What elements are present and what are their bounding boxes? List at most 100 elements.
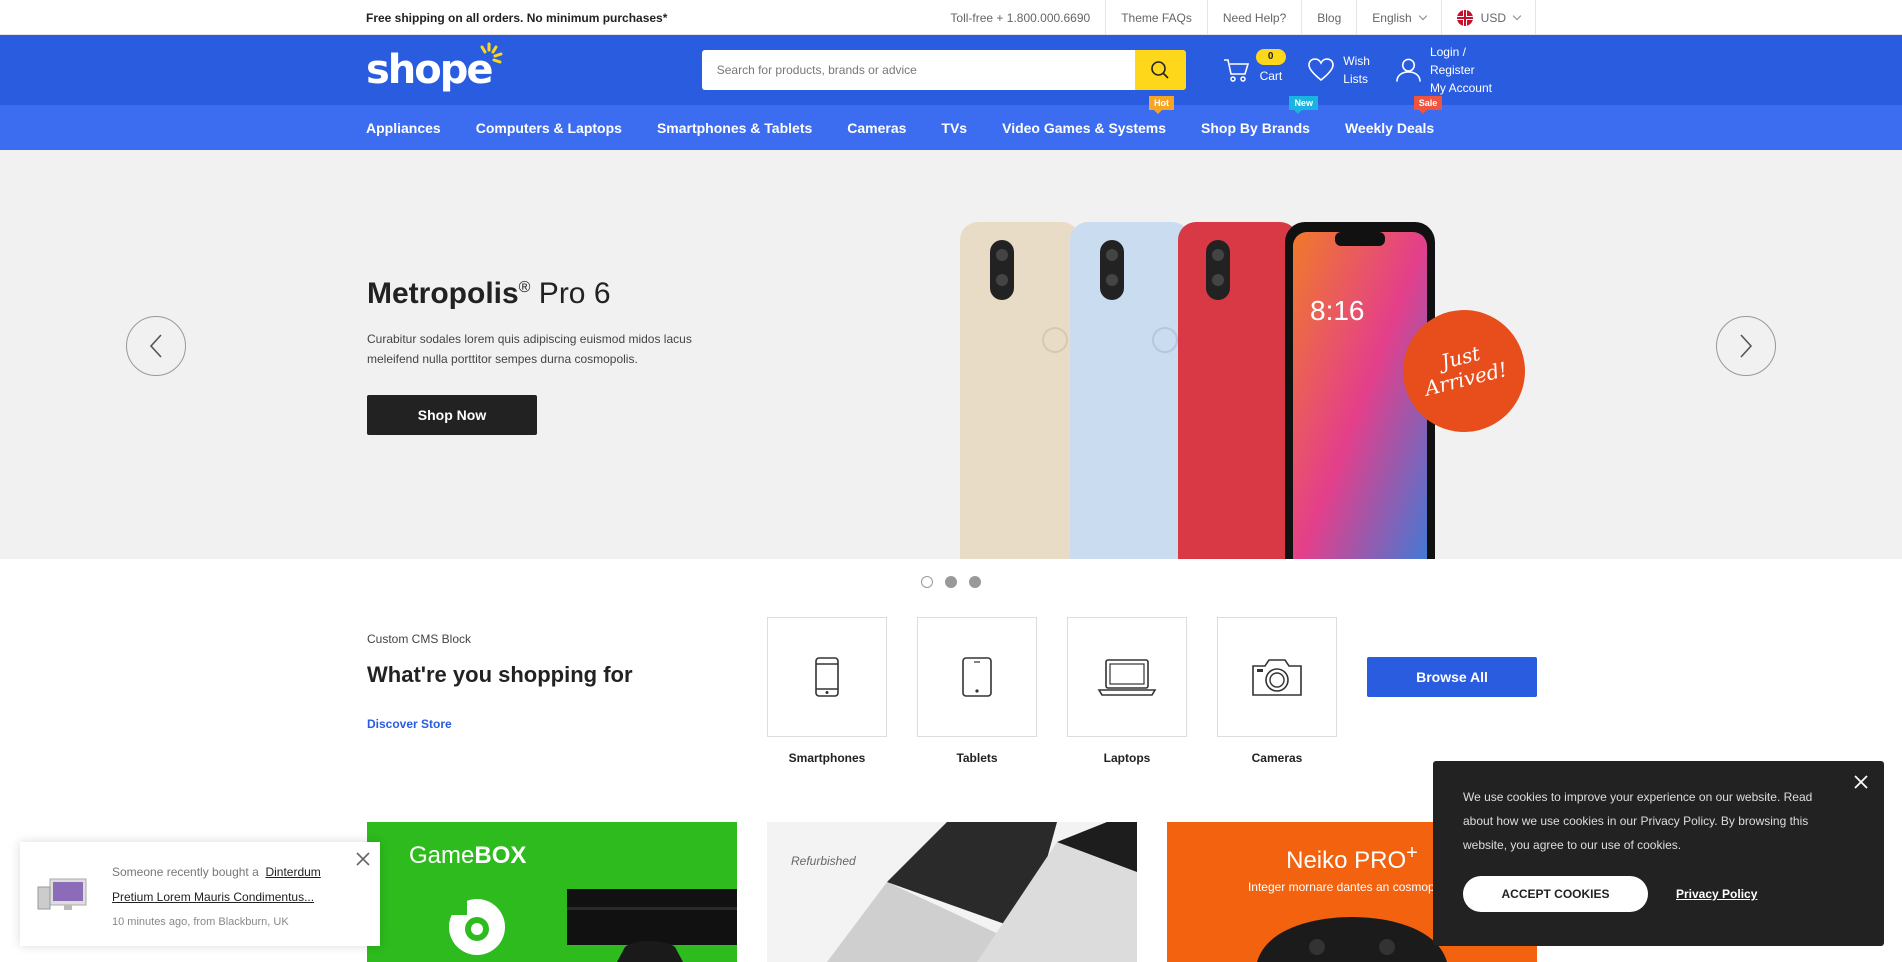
nav-item-cameras[interactable]: Cameras: [847, 120, 906, 136]
category-smartphones[interactable]: Smartphones: [767, 617, 887, 765]
top-bar: Free shipping on all orders. No minimum …: [0, 0, 1902, 35]
theme-faqs-link[interactable]: Theme FAQs: [1105, 0, 1207, 35]
recent-prefix: Someone recently bought a: [112, 865, 259, 879]
nav-item-label: TVs: [941, 119, 968, 136]
nav-item-label: Cameras: [847, 119, 907, 136]
slider-dot-1[interactable]: [921, 576, 933, 588]
gamebox-title: GameBOX: [409, 842, 526, 870]
hero-description: Curabitur sodales lorem quis adipiscing …: [367, 332, 692, 366]
chevron-down-icon: [1418, 11, 1427, 20]
browse-all-button[interactable]: Browse All: [1367, 657, 1537, 697]
category-tile[interactable]: [1217, 617, 1337, 737]
cart-icon: [1223, 59, 1249, 82]
nav-item-computers-laptops[interactable]: Computers & Laptops: [476, 120, 622, 136]
uk-flag-icon: [1456, 9, 1473, 26]
heart-icon: [1308, 58, 1335, 82]
cms-block: Custom CMS Block What're you shopping fo…: [367, 617, 1537, 767]
slider-dot-2[interactable]: [945, 576, 957, 588]
slider-prev-button[interactable]: [126, 316, 186, 376]
user-icon: [1396, 58, 1421, 82]
nav-item-weekly-deals[interactable]: Weekly Deals Sale: [1345, 95, 1443, 136]
nav-item-video-games-systems[interactable]: Video Games & Systems Hot: [1002, 95, 1175, 136]
cart-label: Cart: [1259, 69, 1283, 83]
neiko-title-text: Neiko PRO: [1286, 847, 1407, 874]
nav-item-shop-by-brands[interactable]: Shop By Brands New: [1201, 95, 1318, 136]
category-label: Tablets: [956, 751, 998, 765]
cart-button[interactable]: 0 Cart: [1222, 49, 1286, 85]
hero-title: Metropolis® Pro 6: [367, 277, 747, 311]
category-label: Laptops: [1103, 751, 1151, 765]
blog-link[interactable]: Blog: [1301, 0, 1356, 35]
nav-item-tvs[interactable]: TVs: [941, 120, 967, 136]
wishlist-label-line1: Wish: [1343, 54, 1370, 68]
need-help-link[interactable]: Need Help?: [1206, 0, 1301, 35]
category-label: Smartphones: [788, 751, 866, 765]
hero-title-bold: Metropolis: [367, 277, 519, 310]
camera-icon: [1252, 659, 1302, 696]
cms-heading: What're you shopping for: [367, 662, 633, 687]
gamebox-logo-icon: [447, 897, 505, 955]
header-actions: 0 Cart Wish Lists Login / Register My Ac…: [1222, 43, 1536, 97]
shipping-promo: Free shipping on all orders. No minimum …: [366, 10, 668, 25]
search-input[interactable]: Search for products, brands or advice: [701, 50, 1135, 90]
laptops-image: [827, 822, 1137, 962]
logo-sun-icon: [480, 42, 503, 64]
hero-title-rest: Pro 6: [530, 277, 611, 310]
svg-text:8:16: 8:16: [1310, 295, 1365, 326]
search-icon: [1151, 61, 1169, 79]
tablet-icon: [962, 657, 992, 697]
cookie-notice: We use cookies to improve your experienc…: [1433, 761, 1884, 946]
recent-purchase-time: 10 minutes ago, from Blackburn, UK: [112, 916, 289, 928]
slider-dots: [0, 576, 1902, 588]
nav-badge-hot: Hot: [1149, 95, 1175, 114]
privacy-policy-link[interactable]: Privacy Policy: [1676, 887, 1757, 901]
top-links: Toll-free + 1.800.000.6690 Theme FAQs Ne…: [935, 0, 1536, 35]
slider-dot-3[interactable]: [969, 576, 981, 588]
cart-count-badge: 0: [1255, 49, 1286, 65]
category-laptops[interactable]: Laptops: [1067, 617, 1187, 765]
neiko-title-sup: +: [1406, 842, 1418, 864]
currency-label: USD: [1480, 10, 1506, 25]
nav-item-label: Smartphones & Tablets: [656, 119, 813, 136]
hero-slider: Metropolis® Pro 6 Curabitur sodales lore…: [0, 150, 1902, 559]
refurbished-banner[interactable]: Refurbished: [767, 822, 1137, 962]
category-cameras[interactable]: Cameras: [1217, 617, 1337, 765]
category-tablets[interactable]: Tablets: [917, 617, 1037, 765]
currency-selector[interactable]: USD: [1440, 0, 1536, 35]
slider-next-button[interactable]: [1716, 316, 1776, 376]
accept-cookies-button[interactable]: ACCEPT COOKIES: [1463, 876, 1648, 912]
chevron-down-icon: [1512, 11, 1522, 20]
my-account-link[interactable]: My Account: [1430, 79, 1511, 97]
category-tile[interactable]: [917, 617, 1037, 737]
logo-text: shope: [366, 47, 494, 93]
gamebox-banner[interactable]: GameBOX: [367, 822, 737, 962]
recent-purchase-text: Someone recently bought a Dinterdum Pret…: [112, 860, 342, 910]
category-label: Cameras: [1251, 751, 1303, 765]
nav-badge-new: New: [1289, 95, 1318, 114]
wishlist-button[interactable]: Wish Lists: [1307, 52, 1370, 88]
shop-now-button[interactable]: Shop Now: [367, 395, 537, 435]
category-tile[interactable]: [1067, 617, 1187, 737]
close-icon[interactable]: [356, 852, 370, 866]
login-register-link[interactable]: Login / Register: [1430, 43, 1511, 79]
hero-content: Metropolis® Pro 6 Curabitur sodales lore…: [367, 277, 747, 435]
cookie-text: We use cookies to improve your experienc…: [1463, 790, 1813, 852]
discover-store-link[interactable]: Discover Store: [367, 717, 452, 731]
gamebox-title-light: Game: [409, 842, 475, 869]
language-selector[interactable]: English: [1356, 0, 1440, 35]
product-thumbnail: [37, 878, 87, 910]
close-icon[interactable]: [1854, 775, 1868, 789]
shope-logo[interactable]: shope: [366, 42, 702, 93]
main-nav: Appliances Computers & Laptops Smartphones…: [0, 95, 1902, 150]
nav-item-label: Computers & Laptops: [475, 119, 622, 136]
main-header: shope Search for products, brands or adv…: [0, 35, 1902, 105]
nav-item-smartphones-tablets[interactable]: Smartphones & Tablets: [657, 120, 812, 136]
nav-badge-sale: Sale: [1413, 95, 1443, 114]
smartphone-icon: [815, 657, 839, 697]
account-button[interactable]: Login / Register My Account: [1395, 43, 1511, 97]
cms-subtitle: Custom CMS Block: [367, 632, 472, 646]
category-tile[interactable]: [767, 617, 887, 737]
nav-item-appliances[interactable]: Appliances: [366, 120, 441, 136]
nav-item-label: Video Games & Systems: [1002, 119, 1167, 136]
search-button[interactable]: [1134, 50, 1186, 90]
